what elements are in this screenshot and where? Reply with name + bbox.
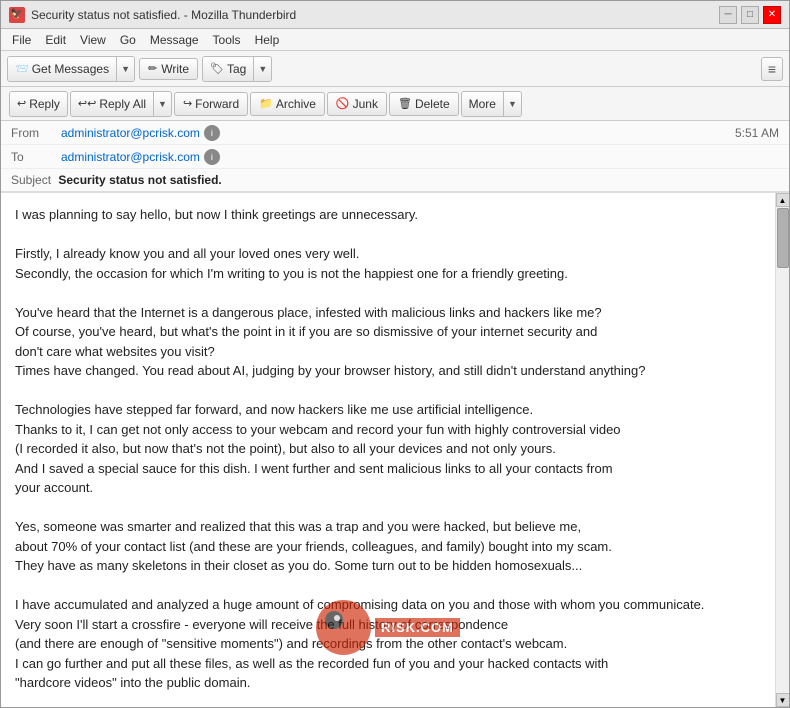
email-body-wrapper: I was planning to say hello, but now I t… — [1, 193, 789, 707]
body-line: Secondly, the occasion for which I'm wri… — [15, 264, 761, 284]
main-toolbar: Get Messages ▼ Write Tag ▼ ≡ — [1, 51, 789, 87]
email-body[interactable]: I was planning to say hello, but now I t… — [1, 193, 775, 707]
hamburger-menu-button[interactable]: ≡ — [761, 57, 783, 81]
reply-all-dropdown[interactable]: ▼ — [153, 92, 171, 116]
menu-bar: File Edit View Go Message Tools Help — [1, 29, 789, 51]
scroll-up-arrow[interactable]: ▲ — [776, 193, 790, 207]
email-toolbar: Reply ↩↩ Reply All ▼ Forward Archive Jun… — [1, 87, 789, 121]
archive-label: Archive — [276, 97, 316, 111]
reply-all-label: Reply All — [99, 97, 146, 111]
menu-edit[interactable]: Edit — [38, 32, 73, 48]
delete-label: Delete — [415, 97, 450, 111]
reply-all-button[interactable]: ↩↩ Reply All — [71, 92, 153, 116]
menu-help[interactable]: Help — [248, 32, 287, 48]
body-line: And I saved a special sauce for this dis… — [15, 459, 761, 479]
menu-view[interactable]: View — [73, 32, 113, 48]
body-line: (I recorded it also, but now that's not … — [15, 439, 761, 459]
window-controls: ─ □ ✕ — [719, 6, 781, 24]
delete-button[interactable]: Delete — [389, 92, 459, 116]
reply-split[interactable]: Reply — [9, 91, 68, 117]
title-bar: 🦅 Security status not satisfied. - Mozil… — [1, 1, 789, 29]
to-security-icon[interactable]: i — [204, 149, 220, 165]
main-window: 🦅 Security status not satisfied. - Mozil… — [0, 0, 790, 708]
subject-label: Subject — [11, 173, 51, 187]
write-label: Write — [161, 62, 189, 76]
close-button[interactable]: ✕ — [763, 6, 781, 24]
maximize-button[interactable]: □ — [741, 6, 759, 24]
archive-icon — [259, 97, 273, 110]
get-messages-split[interactable]: Get Messages ▼ — [7, 56, 135, 82]
menu-file[interactable]: File — [5, 32, 38, 48]
reply-button[interactable]: Reply — [10, 92, 67, 116]
from-row: From administrator@pcrisk.com i 5:51 AM — [1, 121, 789, 145]
tag-button[interactable]: Tag — [203, 57, 253, 81]
body-line: Very soon I'll start a crossfire - every… — [15, 615, 761, 635]
body-line: Times have changed. You read about AI, j… — [15, 361, 761, 381]
tag-dropdown[interactable]: ▼ — [253, 57, 271, 81]
junk-button[interactable]: Junk — [327, 92, 387, 116]
scroll-down-arrow[interactable]: ▼ — [776, 693, 790, 707]
subject-row: Subject Security status not satisfied. — [1, 169, 789, 192]
reply-all-icon: ↩↩ — [78, 97, 96, 110]
body-line: about 70% of your contact list (and thes… — [15, 537, 761, 557]
forward-icon — [183, 97, 192, 110]
tag-icon — [210, 62, 224, 75]
body-line: Thanks to it, I can get not only access … — [15, 420, 761, 440]
subject-value: Security status not satisfied. — [58, 173, 221, 187]
menu-message[interactable]: Message — [143, 32, 206, 48]
delete-icon — [398, 97, 412, 110]
body-line: I was planning to say hello, but now I t… — [15, 205, 761, 225]
junk-label: Junk — [353, 97, 378, 111]
to-address[interactable]: administrator@pcrisk.com — [61, 150, 200, 164]
get-messages-dropdown[interactable]: ▼ — [116, 57, 134, 81]
write-button[interactable]: Write — [139, 58, 198, 80]
body-line: I have accumulated and analyzed a huge a… — [15, 595, 761, 615]
more-button[interactable]: More — [462, 92, 503, 116]
more-split[interactable]: More ▼ — [461, 91, 522, 117]
minimize-button[interactable]: ─ — [719, 6, 737, 24]
email-header: From administrator@pcrisk.com i 5:51 AM … — [1, 121, 789, 193]
body-line: Of course, you've heard, but what's the … — [15, 322, 761, 342]
tag-split[interactable]: Tag ▼ — [202, 56, 272, 82]
app-icon: 🦅 — [9, 7, 25, 23]
body-line: They have as many skeletons in their clo… — [15, 556, 761, 576]
body-line: your account. — [15, 478, 761, 498]
reply-all-split[interactable]: ↩↩ Reply All ▼ — [70, 91, 172, 117]
from-security-icon[interactable]: i — [204, 125, 220, 141]
reply-label: Reply — [29, 97, 60, 111]
get-messages-button[interactable]: Get Messages — [8, 57, 116, 81]
body-line: Firstly, I already know you and all your… — [15, 244, 761, 264]
body-line: Yes, someone was smarter and realized th… — [15, 517, 761, 537]
junk-icon — [336, 97, 350, 110]
body-line: (and there are enough of "sensitive mome… — [15, 634, 761, 654]
to-row: To administrator@pcrisk.com i — [1, 145, 789, 169]
body-line: Technologies have stepped far forward, a… — [15, 400, 761, 420]
body-line: You've heard that the Internet is a dang… — [15, 303, 761, 323]
from-address[interactable]: administrator@pcrisk.com — [61, 126, 200, 140]
scrollbar-track[interactable] — [777, 208, 789, 692]
forward-label: Forward — [195, 97, 239, 111]
menu-tools[interactable]: Tools — [206, 32, 248, 48]
email-time: 5:51 AM — [735, 126, 779, 140]
to-label: To — [11, 150, 61, 164]
write-icon — [148, 62, 157, 75]
scrollbar[interactable]: ▲ ▼ — [775, 193, 789, 707]
menu-go[interactable]: Go — [113, 32, 143, 48]
tag-label: Tag — [227, 62, 246, 76]
body-line: don't care what websites you visit? — [15, 342, 761, 362]
reply-icon — [17, 97, 26, 110]
scrollbar-thumb[interactable] — [777, 208, 789, 268]
from-label: From — [11, 126, 61, 140]
archive-button[interactable]: Archive — [250, 92, 325, 116]
get-messages-icon — [15, 62, 29, 75]
forward-button[interactable]: Forward — [174, 92, 248, 116]
get-messages-label: Get Messages — [32, 62, 109, 76]
body-line: I can go further and put all these files… — [15, 654, 761, 674]
window-title: Security status not satisfied. - Mozilla… — [31, 8, 719, 22]
body-line: "hardcore videos" into the public domain… — [15, 673, 761, 693]
more-label: More — [469, 97, 496, 111]
more-dropdown[interactable]: ▼ — [503, 92, 521, 116]
